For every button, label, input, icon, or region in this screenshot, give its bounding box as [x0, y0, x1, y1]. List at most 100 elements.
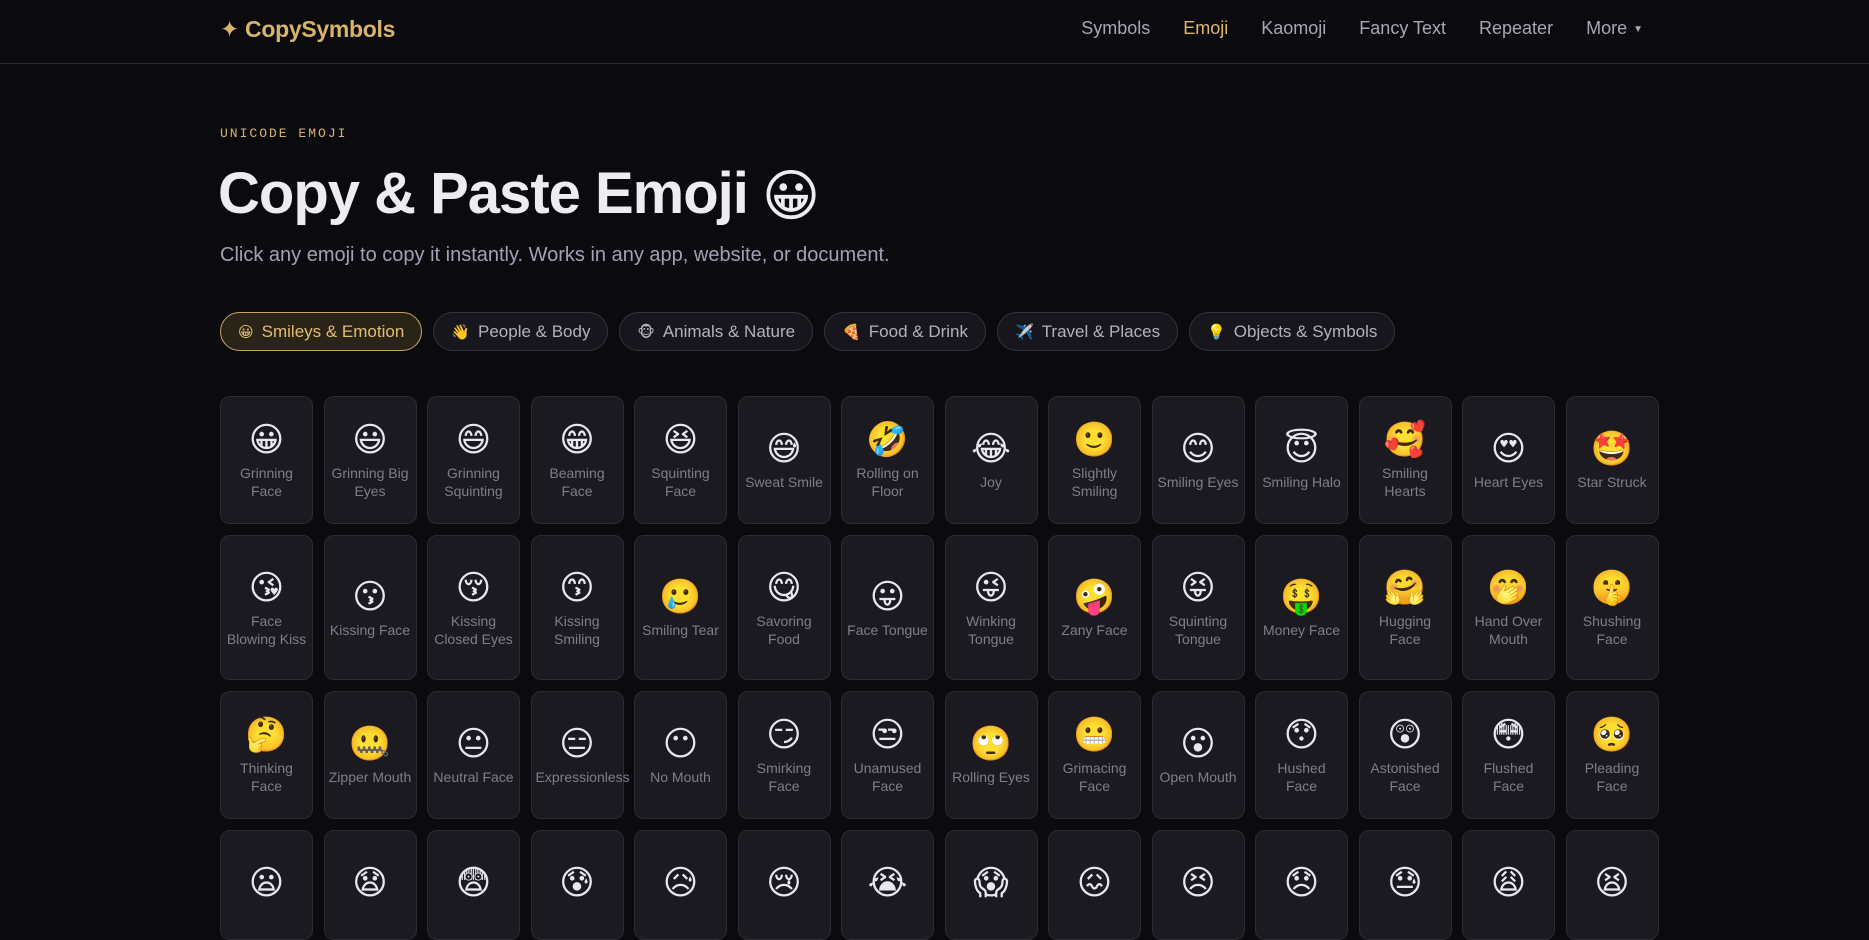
- airplane-icon: ✈️: [1014, 323, 1034, 341]
- emoji-tile[interactable]: 😛 Face Tongue: [841, 535, 934, 680]
- emoji-glyph-icon: 😝: [1180, 568, 1216, 607]
- emoji-tile[interactable]: 🤐 Zipper Mouth: [323, 691, 417, 819]
- emoji-glyph-icon: 😱: [973, 864, 1009, 902]
- emoji-tile[interactable]: 🙄 Rolling Eyes: [944, 691, 1038, 819]
- nav-link-repeater[interactable]: Repeater: [1479, 18, 1553, 39]
- emoji-tile[interactable]: 😇 Smiling Halo: [1255, 396, 1348, 524]
- emoji-tile[interactable]: 😐 Neutral Face: [427, 691, 520, 819]
- tab-label: Travel & Places: [1041, 321, 1161, 341]
- emoji-tile[interactable]: 😮 Open Mouth: [1151, 691, 1245, 819]
- emoji-grid: 😀 Grinning Face 😃 Grinning Big Eyes 😄 Grinnin…: [220, 396, 1659, 940]
- nav-link-symbols[interactable]: Symbols: [1081, 18, 1150, 39]
- nav-link-fancy-text[interactable]: Fancy Text: [1359, 18, 1446, 39]
- nav-link-more-label: More: [1586, 18, 1628, 38]
- emoji-tile[interactable]: 😆 Squinting Face: [634, 396, 727, 524]
- emoji-label: Astonished Face: [1370, 760, 1440, 794]
- emoji-label: Thinking Face: [240, 760, 293, 794]
- emoji-tile[interactable]: 😞: [1255, 830, 1348, 940]
- emoji-tile[interactable]: 😣: [1151, 830, 1245, 940]
- emoji-tile[interactable]: 🤣 Rolling on Floor: [841, 396, 934, 524]
- emoji-glyph-icon: 😯: [1283, 716, 1320, 754]
- emoji-glyph-icon: 😜: [973, 568, 1009, 607]
- emoji-tile[interactable]: 🤑 Money Face: [1255, 535, 1348, 680]
- emoji-tile[interactable]: 😘 Face Blowing Kiss: [220, 535, 313, 680]
- emoji-tile[interactable]: 😥: [634, 830, 727, 940]
- emoji-tile[interactable]: 😄 Grinning Squinting: [427, 396, 520, 524]
- emoji-tile[interactable]: 😂 Joy: [944, 396, 1038, 524]
- emoji-tile[interactable]: 😩: [1462, 830, 1555, 940]
- nav-link-emoji[interactable]: Emoji: [1183, 18, 1228, 39]
- emoji-glyph-icon: 😂: [971, 430, 1011, 468]
- emoji-tile[interactable]: 😲 Astonished Face: [1358, 691, 1452, 819]
- emoji-tile[interactable]: 😗 Kissing Face: [323, 535, 417, 680]
- emoji-tile[interactable]: 😳 Flushed Face: [1462, 691, 1555, 819]
- emoji-glyph-icon: 😬: [1073, 716, 1116, 754]
- emoji-glyph-icon: 😗: [352, 577, 388, 616]
- tab-label: Objects & Symbols: [1233, 321, 1378, 341]
- emoji-tile[interactable]: 😑 Expressionless: [530, 691, 630, 819]
- emoji-tile[interactable]: 😝 Squinting Tongue: [1151, 535, 1245, 680]
- emoji-glyph-icon: 😫: [1594, 864, 1630, 902]
- emoji-tile[interactable]: 🤔 Thinking Face: [220, 691, 313, 819]
- emoji-label: Star Struck: [1577, 474, 1647, 490]
- tab-animals-nature[interactable]: 🐵 Animals & Nature: [619, 312, 814, 351]
- tab-travel-places[interactable]: ✈️ Travel & Places: [996, 312, 1179, 351]
- emoji-tile[interactable]: 😬 Grimacing Face: [1048, 691, 1141, 819]
- nav-link-more[interactable]: More ▼: [1586, 18, 1643, 39]
- emoji-tile[interactable]: 🙂 Slightly Smiling: [1048, 396, 1141, 524]
- emoji-tile[interactable]: 😯 Hushed Face: [1255, 691, 1348, 819]
- chevron-down-icon: ▼: [1633, 24, 1643, 35]
- emoji-tile[interactable]: 😏 Smirking Face: [737, 691, 831, 819]
- emoji-glyph-icon: 😩: [1490, 864, 1527, 902]
- emoji-tile[interactable]: 😢: [737, 830, 831, 940]
- emoji-tile[interactable]: 😁 Beaming Face: [530, 396, 624, 524]
- emoji-tile[interactable]: 😍 Heart Eyes: [1462, 396, 1555, 524]
- section-eyebrow: UNICODE EMOJI: [220, 126, 348, 141]
- tab-smileys-emotion[interactable]: 😀 Smileys & Emotion: [220, 312, 423, 351]
- emoji-label: Open Mouth: [1159, 769, 1237, 785]
- emoji-tile[interactable]: 😫: [1565, 830, 1659, 940]
- emoji-tile[interactable]: 🥲 Smiling Tear: [634, 535, 727, 680]
- emoji-tile[interactable]: 😃 Grinning Big Eyes: [323, 396, 417, 524]
- emoji-tile[interactable]: 😶 No Mouth: [634, 691, 727, 819]
- emoji-glyph-icon: 😚: [455, 568, 492, 607]
- emoji-label: Smirking Face: [756, 760, 812, 794]
- emoji-tile[interactable]: 😦: [220, 830, 313, 940]
- tab-food-drink[interactable]: 🍕 Food & Drink: [824, 312, 986, 351]
- emoji-tile[interactable]: 😋 Savoring Food: [737, 535, 831, 680]
- emoji-glyph-icon: 🙄: [969, 725, 1013, 763]
- emoji-tile[interactable]: 😙 Kissing Smiling: [530, 535, 624, 680]
- emoji-glyph-icon: 😆: [662, 421, 699, 459]
- emoji-tile[interactable]: 😧: [323, 830, 417, 940]
- emoji-tile[interactable]: 😜 Winking Tongue: [944, 535, 1038, 680]
- emoji-label: Zipper Mouth: [328, 769, 412, 785]
- emoji-glyph-icon: 😅: [766, 430, 802, 468]
- emoji-tile[interactable]: 😀 Grinning Face: [220, 396, 313, 524]
- emoji-tile[interactable]: 🥰 Smiling Hearts: [1358, 396, 1452, 524]
- emoji-tile[interactable]: 🤗 Hugging Face: [1358, 535, 1452, 680]
- emoji-glyph-icon: 🙂: [1073, 421, 1116, 459]
- emoji-tile[interactable]: 🥺 Pleading Face: [1565, 691, 1659, 819]
- emoji-tile[interactable]: 🤫 Shushing Face: [1565, 535, 1659, 680]
- emoji-tile[interactable]: 😱: [944, 830, 1038, 940]
- emoji-tile[interactable]: 😒 Unamused Face: [841, 691, 934, 819]
- emoji-tile[interactable]: 😭: [841, 830, 934, 940]
- emoji-glyph-icon: 🥲: [659, 577, 702, 616]
- emoji-tile[interactable]: 😰: [530, 830, 624, 940]
- emoji-tile[interactable]: 😨: [427, 830, 520, 940]
- emoji-tile[interactable]: 😖: [1048, 830, 1141, 940]
- tab-people-body[interactable]: 👋 People & Body: [433, 312, 609, 351]
- emoji-glyph-icon: 😥: [662, 864, 699, 902]
- emoji-label: Kissing Closed Eyes: [434, 612, 513, 647]
- emoji-tile[interactable]: 🤭 Hand Over Mouth: [1462, 535, 1555, 680]
- site-logo[interactable]: ✦ CopySymbols: [220, 16, 395, 43]
- emoji-tile[interactable]: 😊 Smiling Eyes: [1151, 396, 1245, 524]
- emoji-tile[interactable]: 😅 Sweat Smile: [737, 396, 831, 524]
- nav-link-kaomoji[interactable]: Kaomoji: [1261, 18, 1326, 39]
- emoji-label: Flushed Face: [1483, 760, 1534, 794]
- tab-objects-symbols[interactable]: 💡 Objects & Symbols: [1189, 312, 1396, 351]
- emoji-tile[interactable]: 🤩 Star Struck: [1565, 396, 1659, 524]
- emoji-tile[interactable]: 😚 Kissing Closed Eyes: [427, 535, 520, 680]
- emoji-tile[interactable]: 😓: [1358, 830, 1452, 940]
- emoji-tile[interactable]: 🤪 Zany Face: [1048, 535, 1141, 680]
